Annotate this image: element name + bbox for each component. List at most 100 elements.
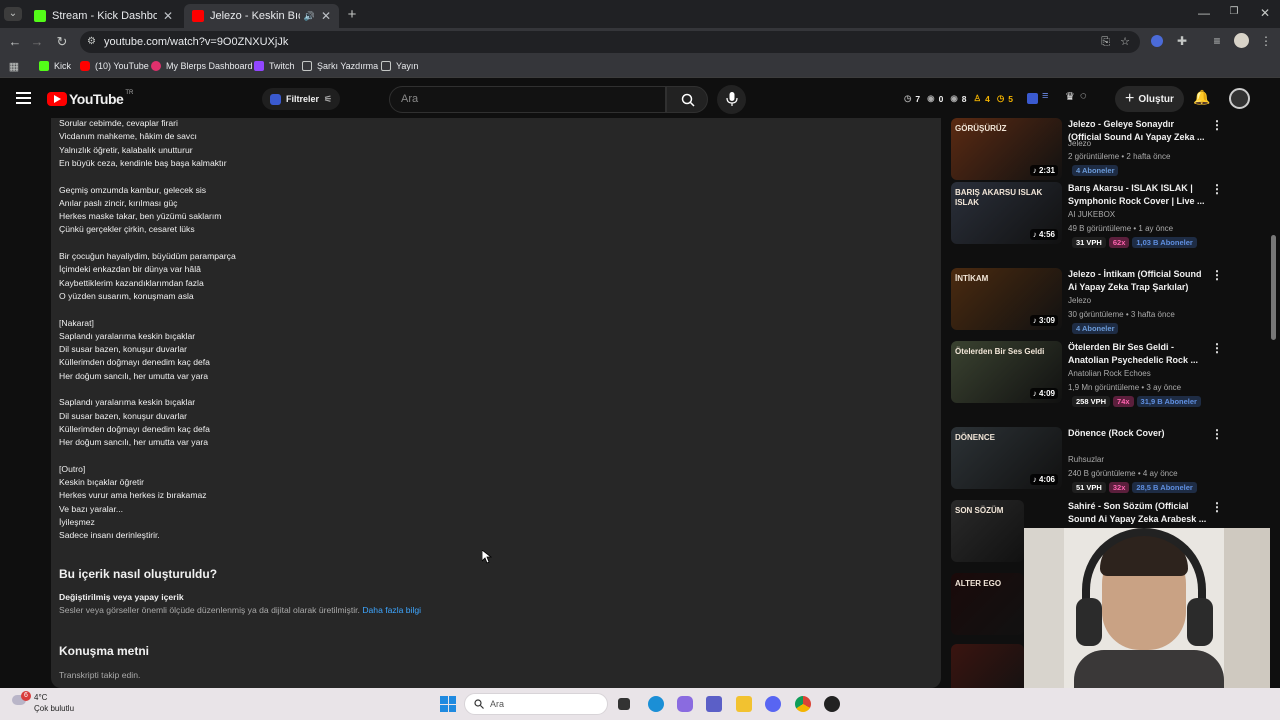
bookmark-twitch[interactable]: Twitch [254,61,295,71]
back-icon[interactable]: ← [6,34,24,49]
notifications-bell-icon[interactable]: 🔔 [1193,89,1210,106]
bookmark-blerps[interactable]: My Blerps Dashboard [151,61,253,71]
address-bar[interactable]: ⚙ youtube.com/watch?v=9O0ZNXUXjJk ⎘ ☆ [80,31,1140,53]
minimize-icon[interactable]: — [1195,6,1213,20]
stat-chip: 74x [1113,396,1134,407]
video-thumbnail[interactable]: GÖRÜŞÜRÜZ ♪ 2:31 [951,118,1062,180]
lyric-line: Sorular cebimde, cevaplar firari [59,118,178,128]
tab-kick-dashboard[interactable]: Stream - Kick Dashboard ✕ [26,4,181,28]
site-info-icon[interactable]: ⚙ [87,31,96,53]
close-window-icon[interactable]: ✕ [1256,6,1274,20]
tab-youtube-video[interactable]: Jelezo - Keskin Bıçaklar (Of 🔊 ✕ [184,4,339,28]
lyric-line: Ve bazı yaralar... [59,503,124,514]
more-options-icon[interactable]: ⋮ [1211,268,1223,282]
account-avatar-icon[interactable] [1229,88,1250,109]
video-title[interactable]: Sahiré - Son Sözüm (Official Sound Ai Ya… [1068,500,1208,526]
tab-search-icon[interactable]: ⌄ [4,7,22,21]
filters-button[interactable]: Filtreler ⚟ [262,88,341,110]
edge-browser-icon[interactable] [648,696,664,712]
video-duration: ♪ 4:09 [1029,388,1058,399]
youtube-logo[interactable]: YouTube TR [47,90,134,107]
menu-hamburger-icon[interactable] [16,92,31,104]
more-options-icon[interactable]: ⋮ [1211,182,1223,196]
reload-icon[interactable]: ↻ [53,34,71,50]
trophy-icon[interactable]: ♛ [1065,90,1075,103]
media-control-icon[interactable]: ≡ [1208,34,1226,48]
extension-icon[interactable] [1027,93,1038,104]
region-code: TR [125,90,134,96]
bookmark-youtube[interactable]: (10) YouTube [80,61,149,71]
channel-name[interactable]: Jelezo [1068,139,1091,148]
bookmark-label: Yayın [396,61,419,71]
bookmarks-bar: ▦ Kick (10) YouTube My Blerps Dashboard … [0,56,1280,78]
discord-icon[interactable] [765,696,781,712]
lyric-line: O yüzden susarım, konuşmam asla [59,290,194,301]
folder-icon [381,61,391,71]
task-view-icon[interactable] [618,698,630,710]
teams-icon[interactable] [706,696,722,712]
obs-icon[interactable] [824,696,840,712]
file-explorer-icon[interactable] [736,696,752,712]
speaker-icon[interactable]: 🔊 [304,11,315,22]
apps-grid-icon[interactable]: ▦ [5,60,23,73]
channel-name[interactable]: Anatolian Rock Echoes [1068,369,1151,378]
restore-icon[interactable]: ❐ [1225,6,1243,17]
install-app-icon[interactable]: ⎘ [1101,31,1110,53]
chat-icon[interactable]: ◌ [1080,90,1087,102]
bookmark-folder-yayin[interactable]: Yayın [381,61,418,71]
video-title[interactable]: Barış Akarsu - ISLAK ISLAK | Symphonic R… [1068,182,1208,208]
channel-name[interactable]: AI JUKEBOX [1068,210,1115,219]
learn-more-link[interactable]: Daha fazla bilgi [362,605,421,615]
video-thumbnail[interactable]: ALTER EGO [951,573,1024,635]
youtube-favicon-icon [192,10,204,22]
video-title[interactable]: Jelezo - İntikam (Official Sound Ai Yapa… [1068,268,1208,294]
browser-menu-icon[interactable]: ⋮ [1257,34,1275,48]
chrome-icon[interactable] [795,696,811,712]
forward-icon[interactable]: → [28,34,46,49]
close-tab-icon[interactable]: ✕ [321,9,331,23]
more-options-icon[interactable]: ⋮ [1211,118,1223,132]
more-options-icon[interactable]: ⋮ [1211,341,1223,355]
how-made-subheading: Değiştirilmiş veya yapay içerik [59,592,184,602]
stat-value: 7 [915,93,921,104]
taskbar-search-placeholder: Ara [490,699,505,709]
profile-avatar-icon[interactable] [1232,33,1250,51]
bookmark-kick[interactable]: Kick [39,61,71,71]
copilot-icon[interactable] [677,696,693,712]
close-tab-icon[interactable]: ✕ [163,9,173,23]
channel-name[interactable]: Ruhsuzlar [1068,455,1104,464]
new-tab-button[interactable]: + [343,6,361,23]
lyric-line: En büyük ceza, kendinle baş başa kalmakt… [59,157,227,168]
how-made-text-row: Sesler veya görseller önemli ölçüde düze… [59,605,421,615]
video-title[interactable]: Ötelerden Bir Ses Geldi - Anatolian Psyc… [1068,341,1208,367]
lyric-line: Vicdanım mahkeme, hâkim de savcı [59,131,197,142]
video-thumbnail[interactable]: Ötelerden Bir Ses Geldi ♪ 4:09 [951,341,1062,403]
search-input[interactable]: Ara [389,86,666,113]
voice-search-button[interactable] [717,85,746,114]
extensions-puzzle-icon[interactable]: ✚ [1173,34,1191,48]
thumbnail-text: DÖNENCE [955,433,996,442]
lyric-line: Keskin bıçaklar öğretir [59,477,145,488]
create-button[interactable]: + Oluştur [1115,86,1184,112]
bookmark-folder-sarki[interactable]: Şarkı Yazdırma [302,61,378,71]
video-thumbnail[interactable]: DÖNENCE ♪ 4:06 [951,427,1062,489]
more-options-icon[interactable]: ⋮ [1211,500,1223,514]
channel-name[interactable]: Jelezo [1068,296,1091,305]
more-options-icon[interactable]: ⋮ [1211,427,1223,441]
start-windows-icon[interactable] [440,696,456,712]
video-thumbnail[interactable]: SON SÖZÜM [951,500,1024,562]
duration-text: 4:06 [1038,475,1055,484]
taskbar-search-box[interactable]: Ara [464,693,608,715]
channel-stats-bar: ◷ 7 ◉ 0 ◉ 8 ♙ 4 ◷ 5 [904,93,1013,104]
video-thumbnail[interactable]: İNTİKAM ♪ 3:09 [951,268,1062,330]
person-icon: ♙ [973,93,982,103]
url-text: youtube.com/watch?v=9O0ZNXUXjJk [104,36,289,48]
video-title[interactable]: Dönence (Rock Cover) [1068,427,1208,440]
search-button[interactable] [666,86,708,113]
extension-icon[interactable] [1148,35,1166,50]
bookmark-star-icon[interactable]: ☆ [1120,31,1130,53]
sidebar-scrollbar[interactable] [1271,235,1276,340]
blerps-icon [151,61,161,71]
video-thumbnail[interactable]: BARIŞ AKARSU ISLAK ISLAK ♪ 4:56 [951,182,1062,244]
list-icon[interactable]: ≡ [1042,90,1048,102]
